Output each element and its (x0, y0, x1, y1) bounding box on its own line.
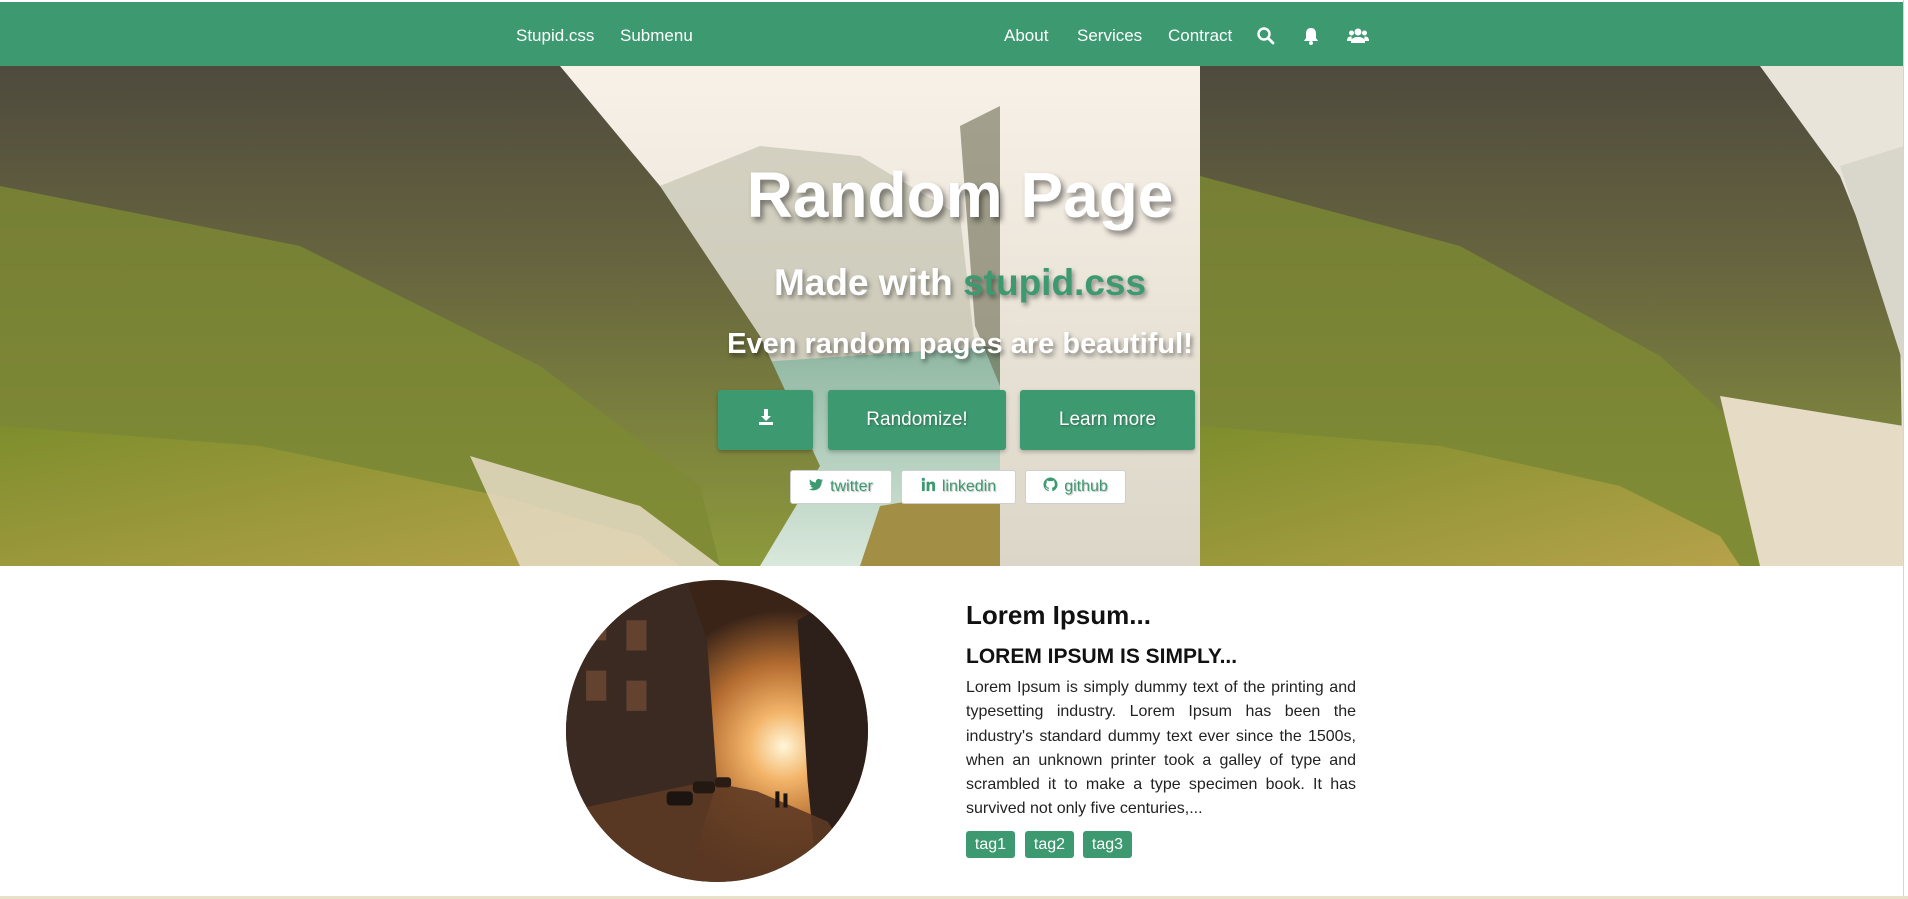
nav-brand-link[interactable]: Stupid.css (516, 24, 594, 48)
nav-link-about[interactable]: About (1004, 24, 1048, 48)
content-subtitle: LOREM IPSUM IS SIMPLY... (966, 645, 1238, 668)
linkedin-label: linkedin (941, 478, 997, 495)
linkedin-button[interactable]: linkedin (901, 470, 1016, 504)
tag-2[interactable]: tag2 (1025, 831, 1074, 858)
hero-background-image (0, 66, 1200, 566)
twitter-label: twitter (830, 478, 873, 495)
download-icon (756, 407, 776, 433)
tag-1[interactable]: tag1 (966, 831, 1015, 858)
navbar: Stupid.css Submenu About Services Contra… (0, 2, 1903, 66)
hero-subtitle: Made with stupid.css (720, 262, 1200, 304)
nav-link-services[interactable]: Services (1077, 24, 1142, 48)
github-icon (1043, 477, 1058, 497)
hero-subtitle-prefix: Made with (773, 262, 964, 303)
search-icon[interactable] (1256, 26, 1276, 46)
github-label: github (1064, 478, 1108, 495)
street-photo (566, 580, 868, 882)
tag-3[interactable]: tag3 (1083, 831, 1132, 858)
hero-subtitle-accent: stupid.css (963, 262, 1147, 303)
hero-background-tile (1200, 66, 1903, 566)
github-button[interactable]: github (1025, 470, 1126, 504)
twitter-icon (809, 477, 824, 497)
twitter-button[interactable]: twitter (790, 470, 892, 504)
randomize-button[interactable]: Randomize! (828, 390, 1006, 450)
bell-icon[interactable] (1301, 26, 1321, 46)
download-button[interactable] (718, 390, 813, 450)
nav-link-contract[interactable]: Contract (1168, 24, 1232, 48)
nav-submenu-link[interactable]: Submenu (620, 24, 693, 48)
users-icon[interactable] (1347, 26, 1369, 46)
content-paragraph: Lorem Ipsum is simply dummy text of the … (966, 679, 1356, 818)
learn-more-button[interactable]: Learn more (1020, 390, 1195, 450)
hero-section: Random Page Made with stupid.css Even ra… (0, 66, 1903, 566)
hero-tagline: Even random pages are beautiful! (727, 328, 1193, 360)
linkedin-icon (921, 477, 936, 497)
content-title: Lorem Ipsum... (966, 600, 1151, 630)
page: Stupid.css Submenu About Services Contra… (0, 0, 1904, 899)
hero-title: Random Page (746, 159, 1174, 231)
